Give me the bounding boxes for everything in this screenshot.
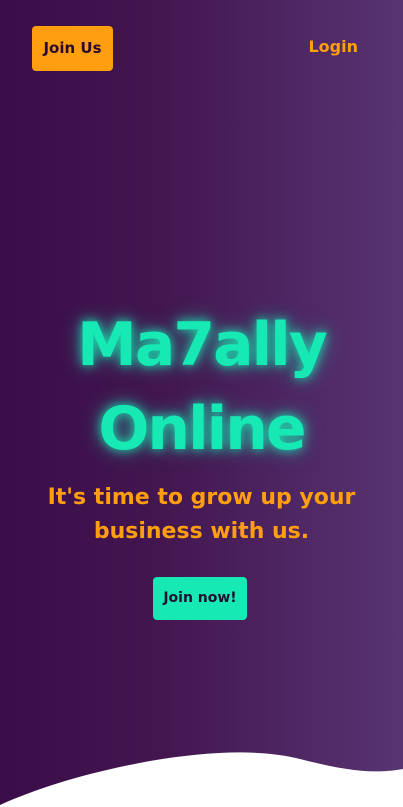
bottom-wave [0, 752, 403, 807]
join-now-button[interactable]: Join now! [153, 577, 247, 620]
wave-shape [0, 752, 403, 807]
hero-subtitle: It's time to grow up your business with … [47, 485, 356, 544]
hero-title-line-1: Ma7ally [77, 310, 328, 380]
join-us-button[interactable]: Join Us [32, 26, 113, 71]
login-link[interactable]: Login [308, 37, 358, 56]
landing-page: Join Us Login Ma7ally Online It's time t… [0, 0, 403, 807]
hero-title-line-2: Online [98, 394, 306, 464]
hero-title: Ma7ally Online [0, 303, 403, 471]
